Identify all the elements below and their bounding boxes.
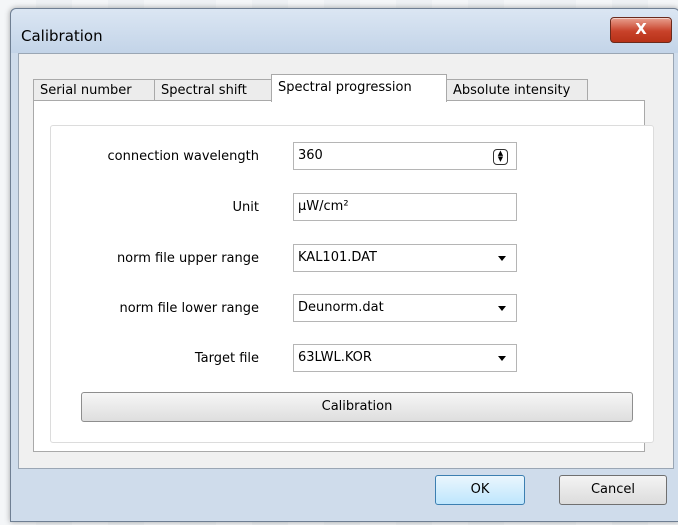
tab-spectral-shift[interactable]: Spectral shift (154, 79, 272, 101)
chevron-down-icon[interactable] (498, 306, 506, 311)
target-file-label: Target file (194, 351, 259, 366)
tab-panel-spectral-progression: connection wavelength 360 ▲ ▼ Unit µW/cm²… (33, 100, 654, 452)
calibration-button[interactable]: Calibration (81, 392, 633, 422)
title-bar[interactable]: Calibration X (11, 9, 678, 53)
norm-upper-label: norm file upper range (116, 251, 259, 266)
norm-lower-select[interactable]: Deunorm.dat (293, 294, 517, 322)
unit-input[interactable]: µW/cm² (293, 193, 517, 221)
chevron-down-icon[interactable] (498, 356, 506, 361)
chevron-down-icon[interactable] (498, 256, 506, 261)
norm-lower-label: norm file lower range (119, 301, 259, 316)
close-button[interactable]: X (610, 17, 672, 43)
norm-upper-value: KAL101.DAT (298, 250, 377, 265)
window-title: Calibration (21, 27, 103, 45)
unit-value: µW/cm² (298, 199, 349, 214)
unit-label: Unit (232, 200, 259, 215)
norm-lower-value: Deunorm.dat (298, 300, 384, 315)
calibration-dialog: Calibration X Serial number Spectral shi… (10, 8, 678, 522)
connection-wavelength-label: connection wavelength (107, 149, 260, 164)
target-file-select[interactable]: 63LWL.KOR (293, 344, 517, 372)
tab-absolute-intensity[interactable]: Absolute intensity (446, 79, 588, 101)
tab-serial-number[interactable]: Serial number (33, 79, 155, 101)
dialog-client-area: Serial number Spectral shift Spectral pr… (18, 53, 674, 469)
norm-upper-select[interactable]: KAL101.DAT (293, 244, 517, 272)
calibration-settings-group: connection wavelength 360 ▲ ▼ Unit µW/cm²… (50, 125, 654, 443)
cancel-button[interactable]: Cancel (559, 475, 667, 505)
connection-wavelength-value: 360 (298, 148, 323, 163)
connection-wavelength-spinbox[interactable]: 360 ▲ ▼ (293, 142, 517, 170)
target-file-value: 63LWL.KOR (298, 350, 372, 365)
tab-spectral-progression[interactable]: Spectral progression (271, 74, 447, 102)
ok-button[interactable]: OK (435, 475, 525, 505)
close-icon: X (635, 20, 647, 38)
spinner-updown-icon[interactable]: ▲ ▼ (493, 149, 508, 165)
